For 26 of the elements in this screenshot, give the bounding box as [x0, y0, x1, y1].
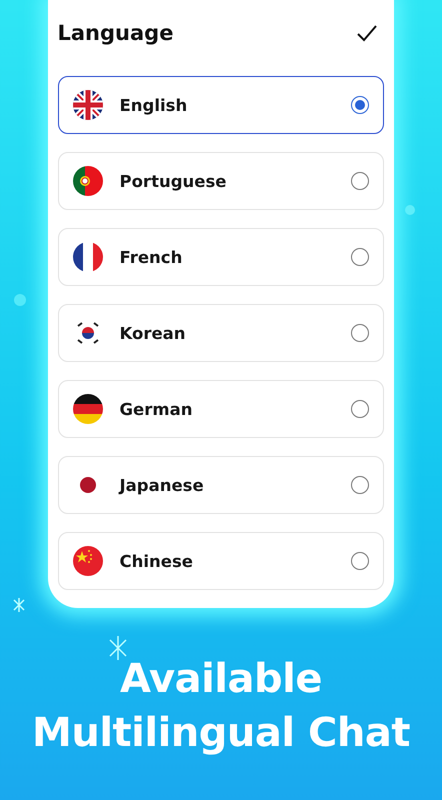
radio-button[interactable] [350, 324, 368, 342]
flag-icon [72, 394, 102, 424]
flag-icon [72, 90, 102, 120]
language-option[interactable]: English [58, 76, 384, 134]
flag-icon [72, 166, 102, 196]
language-option[interactable]: Japanese [58, 456, 384, 514]
radio-button[interactable] [350, 552, 368, 570]
snowflake-icon [13, 597, 25, 613]
radio-button[interactable] [350, 400, 368, 418]
radio-button[interactable] [350, 172, 368, 190]
radio-button[interactable] [350, 248, 368, 266]
flag-icon [72, 546, 102, 576]
language-option[interactable]: Chinese [58, 532, 384, 590]
bokeh-dot [405, 205, 415, 215]
language-option[interactable]: French [58, 228, 384, 286]
language-option[interactable]: Korean [58, 304, 384, 362]
radio-button[interactable] [350, 96, 368, 114]
snowflake-icon [109, 635, 127, 661]
headline: Multilingual Chat [32, 709, 410, 758]
headline: Available [120, 655, 322, 704]
bokeh-dot [14, 294, 26, 306]
flag-icon [72, 242, 102, 272]
language-option[interactable]: Portuguese [58, 152, 384, 210]
panel-title: Language [58, 21, 174, 45]
radio-button[interactable] [350, 476, 368, 494]
language-option[interactable]: German [58, 380, 384, 438]
